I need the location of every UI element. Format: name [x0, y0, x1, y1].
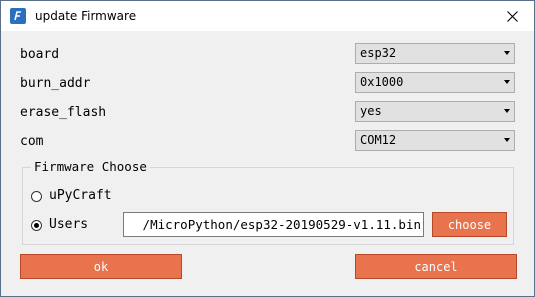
users-radio[interactable]: [31, 220, 42, 231]
erase-flash-label: erase_flash: [20, 105, 107, 120]
chevron-down-icon: [504, 138, 510, 142]
update-firmware-dialog: update Firmware board esp32 burn_addr 0x…: [0, 0, 535, 297]
users-radio-label[interactable]: Users: [49, 217, 88, 232]
ok-button[interactable]: ok: [20, 254, 182, 279]
cancel-button[interactable]: cancel: [355, 254, 517, 279]
burn-addr-select-value: 0x1000: [360, 75, 404, 89]
firmware-path-value: /MicroPython/esp32-20190529-v1.11.bin: [142, 217, 421, 232]
com-select-value: COM12: [360, 133, 397, 147]
app-icon: [10, 8, 26, 24]
com-select[interactable]: COM12: [355, 130, 515, 151]
burn-addr-label: burn_addr: [20, 76, 91, 91]
erase-flash-select[interactable]: yes: [355, 101, 515, 122]
chevron-down-icon: [504, 51, 510, 55]
com-label: com: [20, 134, 44, 149]
erase-flash-select-value: yes: [360, 104, 382, 118]
board-label: board: [20, 47, 60, 62]
upycraft-radio-label[interactable]: uPyCraft: [49, 188, 112, 203]
upycraft-radio[interactable]: [31, 191, 42, 202]
chevron-down-icon: [504, 80, 510, 84]
burn-addr-select[interactable]: 0x1000: [355, 72, 515, 93]
title-bar: update Firmware: [1, 1, 534, 31]
window-title: update Firmware: [35, 9, 137, 23]
close-button[interactable]: [490, 1, 534, 31]
firmware-choose-title: Firmware Choose: [31, 159, 150, 174]
close-icon: [506, 10, 518, 22]
choose-button[interactable]: choose: [432, 212, 507, 237]
firmware-path-input[interactable]: /MicroPython/esp32-20190529-v1.11.bin: [123, 212, 424, 237]
chevron-down-icon: [504, 109, 510, 113]
board-select[interactable]: esp32: [355, 43, 515, 64]
board-select-value: esp32: [360, 46, 397, 60]
